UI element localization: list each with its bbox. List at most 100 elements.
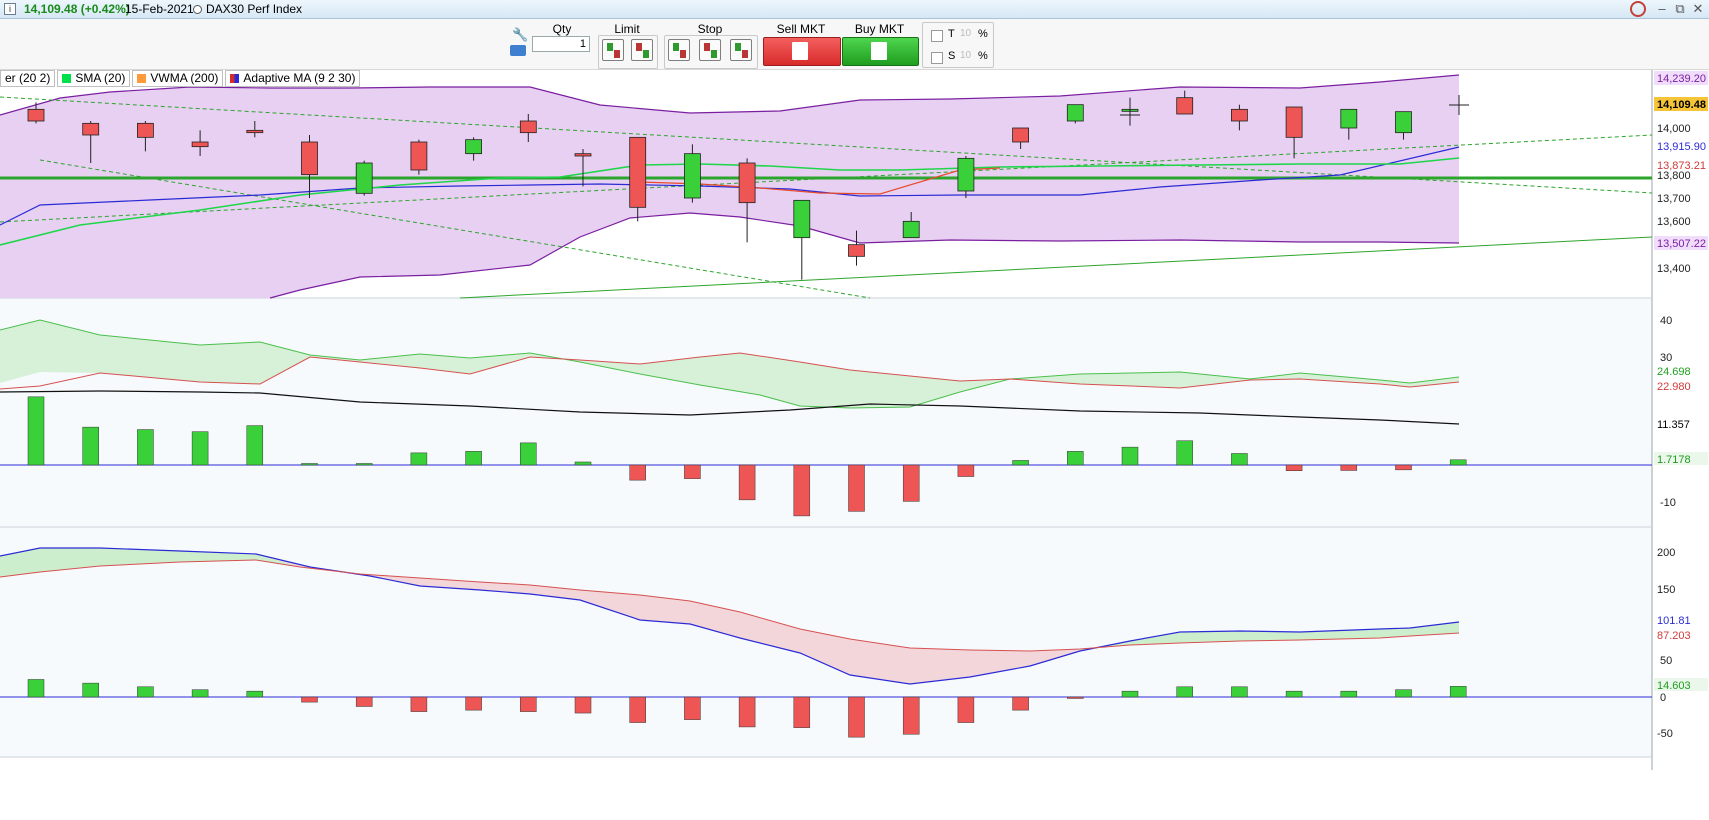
histogram-bar (1176, 686, 1193, 698)
badge-ind1-black: 11.357 (1657, 419, 1690, 431)
badge-last-price: 14,109.48 (1657, 99, 1706, 111)
candle-body[interactable] (848, 244, 865, 257)
badge-ind1-red: 22.980 (1657, 381, 1691, 393)
histogram-bar (301, 463, 318, 466)
candle-body[interactable] (82, 122, 100, 136)
histogram-bar (902, 464, 920, 502)
histogram-bar (793, 464, 811, 517)
badge-adaptive: 13,915.90 (1657, 141, 1706, 153)
histogram-bar (1176, 440, 1193, 466)
histogram-bar (684, 464, 701, 479)
histogram-bar (246, 425, 264, 466)
histogram-bar (355, 463, 373, 466)
price-tick-14000: 14,000 (1657, 123, 1691, 135)
histogram-bar (574, 461, 592, 466)
histogram-bar (848, 696, 865, 738)
price-tick-13400: 13,400 (1657, 263, 1691, 275)
candle-body[interactable] (301, 141, 318, 176)
histogram-bar (957, 696, 975, 723)
badge-ind1-hist: 1.7178 (1657, 454, 1691, 466)
histogram-bar (410, 452, 428, 466)
candle-body[interactable] (684, 153, 701, 199)
candle-body[interactable] (27, 108, 45, 122)
badge-vwma: 13,873.21 (1657, 160, 1706, 172)
ind1-tick-30: 30 (1660, 352, 1672, 364)
histogram-bar (82, 426, 99, 466)
badge-ind2-red: 87.203 (1657, 630, 1691, 642)
candle-body[interactable] (191, 141, 209, 148)
histogram-bar (629, 696, 646, 723)
candle-body[interactable] (793, 199, 811, 239)
histogram-bar (27, 396, 45, 466)
candle-body[interactable] (1231, 108, 1248, 122)
badge-ind2-hist: 14.603 (1657, 680, 1691, 692)
histogram-bar (1121, 446, 1139, 466)
ind1-tick-neg10: -10 (1660, 497, 1676, 509)
histogram-bar (1285, 690, 1303, 698)
price-tick-13600: 13,600 (1657, 216, 1691, 228)
price-tick-13700: 13,700 (1657, 193, 1691, 205)
histogram-bar (1395, 464, 1412, 471)
histogram-bar (1067, 451, 1084, 466)
histogram-bar (1067, 696, 1084, 699)
histogram-bar (27, 679, 45, 698)
candle-body[interactable] (355, 162, 373, 194)
legend-item-sma[interactable]: SMA (20) (57, 69, 131, 87)
ind2-tick-200: 200 (1657, 547, 1675, 559)
candle-body[interactable] (410, 141, 428, 171)
histogram-bar (957, 464, 975, 477)
candle-body[interactable] (957, 157, 975, 192)
histogram-bar (793, 696, 811, 728)
badge-ind2-blue: 101.81 (1657, 615, 1691, 627)
legend-item-adaptive[interactable]: Adaptive MA (9 2 30) (225, 69, 361, 87)
histogram-bar (848, 464, 865, 512)
histogram-bar (1012, 460, 1029, 466)
ind2-tick-50: 50 (1660, 655, 1672, 667)
sma-swatch (62, 73, 72, 83)
ind2-tick-150: 150 (1657, 584, 1675, 596)
candle-body[interactable] (574, 153, 592, 157)
candle-body[interactable] (738, 162, 756, 204)
histogram-bar (1340, 690, 1358, 698)
candle-body[interactable] (246, 129, 264, 134)
histogram-bar (520, 696, 537, 712)
candle-body[interactable] (1176, 97, 1194, 115)
candle-body[interactable] (1340, 108, 1358, 129)
legend-item-vwma[interactable]: VWMA (200) (132, 69, 224, 87)
indicator-legend: er (20 2) SMA (20) VWMA (200) Adaptive M… (0, 69, 363, 87)
histogram-bar (1395, 689, 1412, 698)
histogram-bar (738, 464, 756, 501)
histogram-bar (1340, 464, 1358, 471)
chart-area[interactable]: 13,400 13,600 13,700 13,800 14,000 14,23… (0, 0, 1709, 770)
histogram-bar (1285, 464, 1303, 472)
adaptive-swatch (230, 73, 240, 83)
candle-body[interactable] (465, 139, 483, 155)
legend-item-bands[interactable]: er (20 2) (0, 69, 56, 87)
candle-body[interactable] (1395, 111, 1412, 134)
histogram-bar (574, 696, 592, 714)
badge-band-upper: 14,239.20 (1657, 73, 1706, 85)
candle-body[interactable] (902, 220, 920, 239)
histogram-bar (82, 682, 99, 698)
badge-ind1-green: 24.698 (1657, 366, 1691, 378)
candle-body[interactable] (136, 122, 154, 138)
histogram-bar (137, 686, 154, 698)
bottom-blank-area (0, 770, 1709, 820)
candle-body[interactable] (1285, 106, 1303, 138)
ind2-tick-0: 0 (1660, 692, 1666, 704)
histogram-bar (465, 696, 482, 711)
histogram-bar (191, 689, 209, 698)
ind1-tick-40: 40 (1660, 315, 1672, 327)
histogram-bar (1012, 696, 1029, 711)
candle-body[interactable] (519, 120, 537, 134)
histogram-bar (246, 690, 264, 698)
histogram-bar (738, 696, 756, 728)
candle-body[interactable] (1066, 104, 1084, 122)
candle-body[interactable] (629, 136, 647, 208)
indicator-1-panel (0, 298, 1652, 527)
histogram-bar (1449, 686, 1467, 698)
histogram-bar (684, 696, 701, 720)
candle-body[interactable] (1012, 127, 1029, 143)
histogram-bar (629, 464, 646, 481)
vwma-swatch (137, 73, 147, 83)
